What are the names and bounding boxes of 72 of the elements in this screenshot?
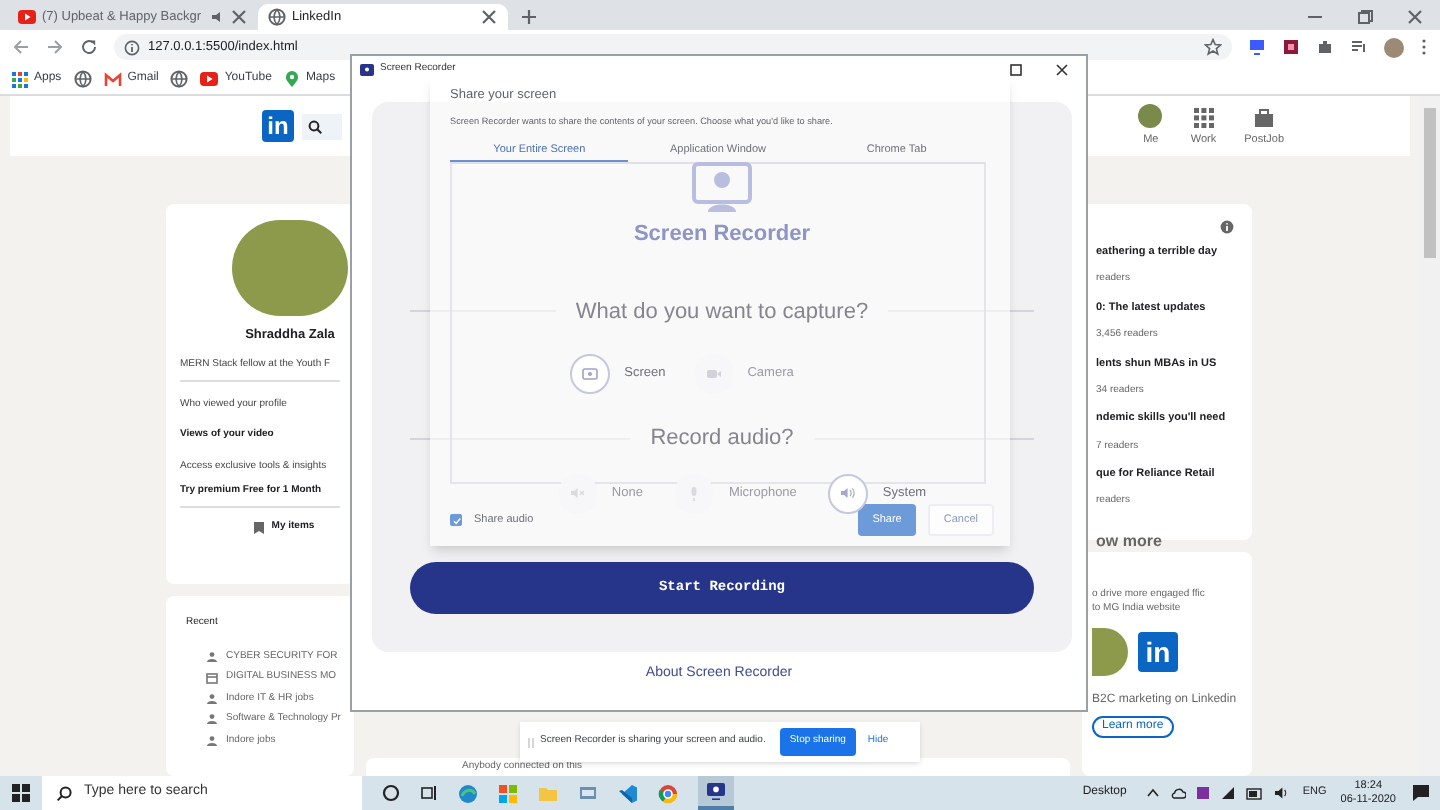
cloud-icon[interactable] [1170,786,1187,800]
forward-icon[interactable] [46,38,64,56]
close-icon[interactable] [1054,62,1070,78]
info-icon [124,39,140,55]
camera-icon [705,368,722,380]
group-icon [206,693,218,704]
profile-avatar[interactable] [1384,37,1404,57]
restore-icon[interactable] [1356,8,1374,26]
active-app-tile[interactable] [698,776,734,810]
info-icon [1220,220,1234,234]
star-icon[interactable] [1204,38,1222,56]
monitor-icon [692,162,752,214]
media-icon[interactable] [1350,38,1368,56]
app-icon [360,63,374,77]
monitor-icon [706,782,726,800]
search-icon [56,785,72,801]
volume-icon[interactable] [1274,786,1291,800]
group-icon [206,735,218,746]
notification-icon[interactable] [1412,784,1430,802]
drag-handle-icon [528,737,534,747]
microphone-icon [688,485,701,501]
maximize-icon[interactable] [1008,62,1024,78]
speaker-icon [210,10,224,24]
group-icon [206,714,218,725]
search-icon [308,119,322,133]
battery-icon[interactable] [1246,787,1265,799]
reload-icon[interactable] [80,38,98,56]
search-field[interactable] [302,113,342,139]
mail-icon [103,71,122,87]
muted-speaker-icon [569,486,586,500]
cortana-icon[interactable] [382,784,400,802]
show-more-link[interactable]: ow more [1096,529,1252,554]
windows-icon[interactable] [12,784,30,802]
menu-icon[interactable] [1420,38,1428,56]
audio-question: Record audio? [650,424,794,454]
calendar-icon [206,671,218,684]
map-pin-icon [283,70,300,88]
browser-icon[interactable] [458,783,478,803]
extension-icon[interactable] [1282,38,1300,56]
code-editor-icon[interactable] [618,783,638,803]
profile-photo [232,220,348,316]
back-icon[interactable] [12,38,30,56]
monitor-icon [582,367,599,381]
capture-question: What do you want to capture? [575,297,869,327]
chrome-icon[interactable] [658,783,678,803]
bookmark-icon [253,522,264,534]
scrollbar-thumb[interactable] [1424,108,1436,258]
puzzle-icon[interactable] [1316,38,1334,56]
apps-grid-icon [12,71,28,87]
close-icon[interactable] [480,8,498,26]
avatar [1138,103,1163,128]
task-view-icon[interactable] [420,784,438,802]
network-icon[interactable] [1220,786,1237,800]
site-logo[interactable]: in [262,110,294,142]
avatar [1092,628,1128,676]
check-icon [451,515,461,525]
briefcase-icon [1254,107,1275,128]
chevron-up-icon[interactable] [1146,786,1161,800]
store-icon[interactable] [498,783,518,803]
group-icon [206,651,218,662]
app-tray-icon[interactable] [1196,786,1211,800]
speaker-icon [840,486,857,500]
app-heading: Screen Recorder [633,220,811,250]
new-tab-icon[interactable] [520,8,538,26]
video-icon [200,70,219,88]
extension-icon[interactable] [1248,38,1266,56]
globe-icon [268,8,286,26]
grid-icon [1193,107,1214,128]
ad-logo: in [1138,632,1178,672]
globe-icon [170,70,189,88]
globe-icon [73,70,92,88]
video-icon [18,8,36,26]
